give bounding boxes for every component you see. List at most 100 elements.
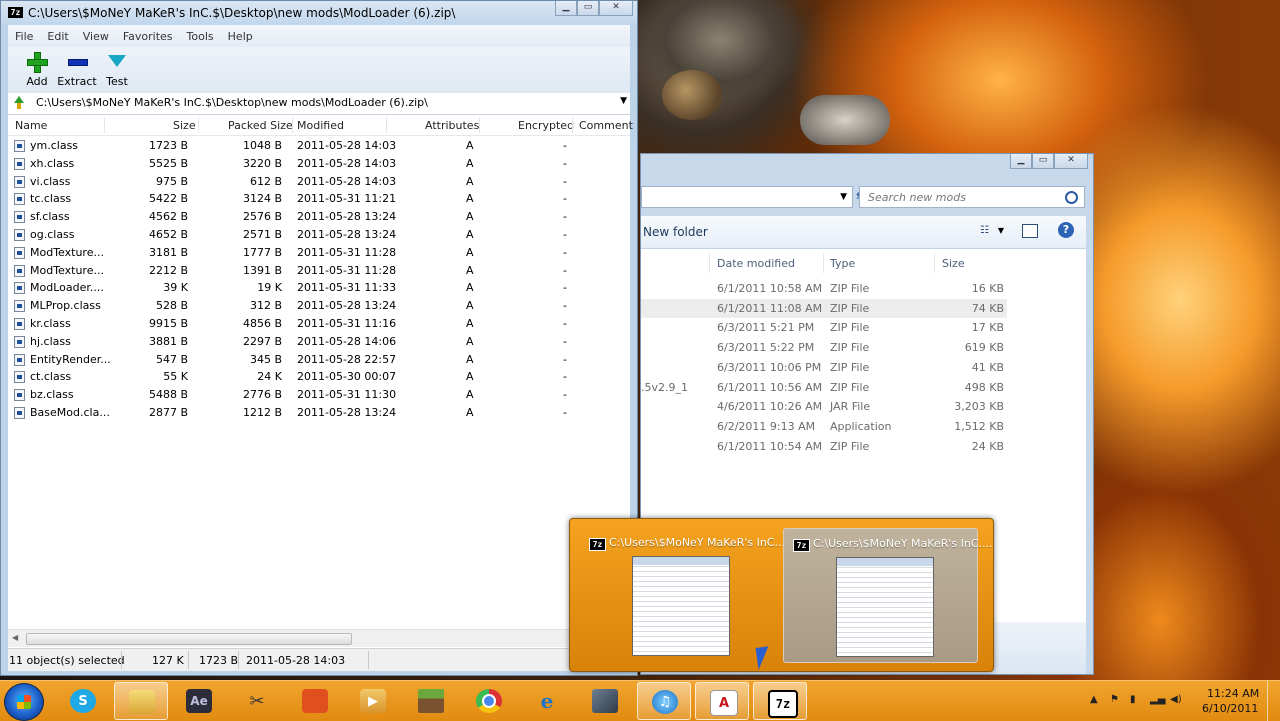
- column-header-packed-size[interactable]: Packed Size: [228, 119, 293, 132]
- table-row[interactable]: ym.class 1723 B 1048 B 2011-05-28 14:03 A -: [8, 137, 630, 155]
- table-row[interactable]: tc.class 5422 B 3124 B 2011-05-31 11:21 A -: [8, 190, 630, 208]
- explorer-address-bar[interactable]: ▼ ⇆: [641, 186, 866, 208]
- file-icon: [14, 335, 25, 348]
- table-row[interactable]: ct.class 55 K 24 K 2011-05-30 00:07 A -: [8, 368, 630, 386]
- taskbar-virtualbox[interactable]: [578, 682, 632, 720]
- table-row[interactable]: xh.class 5525 B 3220 B 2011-05-28 14:03 A -: [8, 155, 630, 173]
- table-row[interactable]: kr.class 9915 B 4856 B 2011-05-31 11:16 A -: [8, 315, 630, 333]
- list-item[interactable]: 6/1/2011 11:08 AM ZIP File 74 KB: [641, 298, 1007, 318]
- taskbar: S Ae ✂ ▶ e ♫ A 7z ▲ ⚑ ▮ ▂▄ ◀) 11:24 AM 6…: [0, 680, 1280, 721]
- help-icon[interactable]: ?: [1058, 222, 1074, 238]
- scrollbar-thumb[interactable]: [26, 633, 352, 645]
- table-row[interactable]: MLProp.class 528 B 312 B 2011-05-28 13:24 A -: [8, 297, 630, 315]
- taskbar-ie[interactable]: e: [520, 682, 574, 720]
- table-row[interactable]: hj.class 3881 B 2297 B 2011-05-28 14:06 A -: [8, 333, 630, 351]
- taskbar-after-effects[interactable]: Ae: [172, 682, 226, 720]
- list-item[interactable]: 6/1/2011 10:54 AM ZIP File 24 KB: [641, 437, 1007, 456]
- taskbar-explorer[interactable]: [114, 682, 168, 720]
- list-item[interactable]: .5v2.9_1 6/1/2011 10:56 AM ZIP File 498 KB: [641, 378, 1007, 397]
- list-item[interactable]: 6/3/2011 10:06 PM ZIP File 41 KB: [641, 358, 1007, 377]
- column-header-modified[interactable]: Modified: [297, 119, 344, 132]
- table-row[interactable]: EntityRender... 547 B 345 B 2011-05-28 22:5…: [8, 351, 630, 369]
- table-row[interactable]: ModTexture... 2212 B 1391 B 2011-05-31 11:2…: [8, 262, 630, 280]
- column-header-size[interactable]: Size: [942, 257, 965, 270]
- column-header-name[interactable]: Name: [15, 119, 47, 132]
- menu-help[interactable]: Help: [221, 30, 260, 43]
- chevron-down-icon[interactable]: ▼: [840, 192, 847, 202]
- taskbar-7zip[interactable]: 7z: [753, 682, 807, 720]
- power-icon[interactable]: ▮: [1130, 694, 1142, 706]
- file-encrypted: -: [563, 156, 567, 170]
- start-button[interactable]: [4, 683, 44, 721]
- file-date-modified: 6/2/2011 9:13 AM: [717, 419, 816, 433]
- menu-edit[interactable]: Edit: [40, 30, 75, 43]
- list-item[interactable]: 6/1/2011 10:58 AM ZIP File 16 KB: [641, 279, 1007, 298]
- column-header-size[interactable]: Size: [173, 119, 196, 132]
- table-row[interactable]: vi.class 975 B 612 B 2011-05-28 14:03 A -: [8, 173, 630, 191]
- list-item[interactable]: 6/2/2011 9:13 AM Application 1,512 KB: [641, 417, 1007, 436]
- search-icon[interactable]: [1065, 191, 1078, 204]
- sevenzip-titlebar[interactable]: 7z C:\Users\$MoNeY MaKeR's InC.$\Desktop…: [1, 1, 637, 25]
- close-button[interactable]: ✕: [1054, 154, 1088, 169]
- table-row[interactable]: bz.class 5488 B 2776 B 2011-05-31 11:30 A -: [8, 386, 630, 404]
- file-size: 5422 B: [148, 192, 188, 206]
- chevron-down-icon[interactable]: ▼: [620, 96, 627, 106]
- table-row[interactable]: og.class 4652 B 2571 B 2011-05-28 13:24 A -: [8, 226, 630, 244]
- address-path[interactable]: C:\Users\$MoNeY MaKeR's InC.$\Desktop\ne…: [36, 96, 428, 109]
- table-row[interactable]: ModTexture... 3181 B 1777 B 2011-05-31 11:2…: [8, 244, 630, 262]
- file-packed-size: 2776 B: [242, 388, 282, 402]
- list-item[interactable]: 6/3/2011 5:21 PM ZIP File 17 KB: [641, 318, 1007, 337]
- volume-icon[interactable]: ◀): [1170, 694, 1182, 706]
- clock-date[interactable]: 6/10/2011: [1202, 702, 1258, 715]
- flag-icon[interactable]: ⚑: [1110, 694, 1122, 706]
- wallpaper-helmet-eye: [662, 70, 722, 120]
- menu-view[interactable]: View: [76, 30, 116, 43]
- table-row[interactable]: BaseMod.cla... 2877 B 1212 B 2011-05-28 13:…: [8, 404, 630, 422]
- menu-favorites[interactable]: Favorites: [116, 30, 180, 43]
- column-header-encrypted[interactable]: Encrypted: [518, 119, 574, 132]
- minimize-button[interactable]: ▁: [555, 1, 577, 16]
- window-thumbnail-1[interactable]: 7z C:\Users\$MoNeY MaKeR's InC....: [580, 528, 788, 663]
- close-button[interactable]: ✕: [599, 1, 633, 16]
- up-folder-icon[interactable]: [12, 96, 26, 110]
- show-desktop-button[interactable]: [1267, 681, 1280, 721]
- preview-pane-icon[interactable]: [1022, 224, 1038, 238]
- minimize-button[interactable]: ▁: [1010, 154, 1032, 169]
- maximize-button[interactable]: ▭: [1032, 154, 1054, 169]
- add-button[interactable]: Add: [15, 51, 59, 88]
- file-encrypted: -: [563, 316, 567, 330]
- menu-tools[interactable]: Tools: [180, 30, 221, 43]
- taskbar-chrome[interactable]: [462, 682, 516, 720]
- table-row[interactable]: ModLoader.... 39 K 19 K 2011-05-31 11:33 A -: [8, 279, 630, 297]
- list-item[interactable]: 6/3/2011 5:22 PM ZIP File 619 KB: [641, 338, 1007, 357]
- taskbar-skype[interactable]: S: [56, 682, 110, 720]
- window-thumbnail-2[interactable]: 7z C:\Users\$MoNeY MaKeR's InC....: [783, 528, 992, 663]
- taskbar-minecraft[interactable]: [404, 682, 458, 720]
- clock-time[interactable]: 11:24 AM: [1207, 687, 1259, 700]
- taskbar-media[interactable]: ▶: [346, 682, 400, 720]
- list-item[interactable]: 4/6/2011 10:26 AM JAR File 3,203 KB: [641, 397, 1007, 416]
- search-input[interactable]: Search new mods: [859, 186, 1085, 208]
- taskbar-tool[interactable]: ✂: [230, 682, 284, 720]
- chevron-down-icon[interactable]: ▼: [998, 226, 1004, 235]
- new-folder-button[interactable]: New folder: [643, 225, 708, 239]
- view-options-icon[interactable]: ☷: [980, 225, 994, 237]
- menu-file[interactable]: File: [8, 30, 40, 43]
- taskbar-adobe-reader[interactable]: A: [695, 682, 749, 720]
- test-button[interactable]: Test: [95, 51, 139, 88]
- network-icon[interactable]: ▂▄: [1150, 694, 1165, 706]
- show-hidden-icons-icon[interactable]: ▲: [1090, 694, 1102, 706]
- column-header-type[interactable]: Type: [830, 257, 855, 270]
- column-header-attributes[interactable]: Attributes: [425, 119, 479, 132]
- column-header-comment[interactable]: Comment: [579, 119, 633, 132]
- taskbar-office[interactable]: [288, 682, 342, 720]
- horizontal-scrollbar[interactable]: ◀: [8, 629, 630, 647]
- taskbar-itunes[interactable]: ♫: [637, 682, 691, 720]
- column-header-date[interactable]: Date modified: [717, 257, 795, 270]
- sevenzip-window[interactable]: 7z C:\Users\$MoNeY MaKeR's InC.$\Desktop…: [0, 0, 638, 676]
- scroll-left-icon[interactable]: ◀: [12, 633, 18, 642]
- maximize-button[interactable]: ▭: [577, 1, 599, 16]
- table-row[interactable]: sf.class 4562 B 2576 B 2011-05-28 13:24 A -: [8, 208, 630, 226]
- address-bar[interactable]: C:\Users\$MoNeY MaKeR's InC.$\Desktop\ne…: [8, 93, 630, 115]
- extract-button[interactable]: Extract: [55, 51, 99, 88]
